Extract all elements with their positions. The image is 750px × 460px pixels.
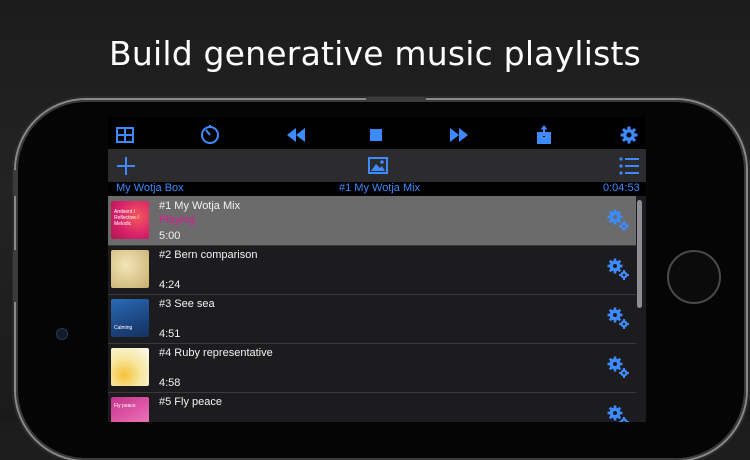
track-settings-gears-icon[interactable] (606, 355, 630, 379)
playlist-row[interactable]: #2 Bern comparison 4:24 (108, 245, 636, 295)
track-title: #2 Bern comparison (159, 249, 258, 261)
thumbnail-label: Ambient / Reflective / Melodic (114, 209, 139, 227)
add-icon[interactable] (116, 156, 136, 181)
track-settings-gears-icon[interactable] (606, 404, 630, 422)
track-settings-gears-icon[interactable] (606, 208, 630, 232)
mix-thumbnail (111, 348, 149, 386)
track-settings-gears-icon[interactable] (606, 306, 630, 330)
elapsed-time: 0:04:53 (603, 182, 640, 194)
fast-forward-icon[interactable] (449, 125, 469, 145)
track-duration: 4:58 (159, 377, 181, 389)
track-settings-gears-icon[interactable] (606, 257, 630, 281)
timer-icon[interactable] (200, 125, 220, 145)
power-button (366, 97, 426, 101)
playlist: Ambient / Reflective / Melodic #1 My Wot… (108, 196, 646, 422)
playlist-row[interactable]: Calming #3 See sea 4:51 (108, 294, 636, 344)
top-toolbar (108, 117, 646, 149)
current-mix-name: #1 My Wotja Mix (339, 182, 421, 194)
home-button[interactable] (667, 250, 721, 304)
thumbnail-label: Fly peace (114, 403, 136, 409)
playlist-row[interactable]: Ambient / Reflective / Melodic #1 My Wot… (108, 196, 636, 246)
volume-button (13, 250, 17, 302)
app-screen: My Wotja Box #1 My Wotja Mix 0:04:53 Amb… (108, 117, 646, 422)
volume-button (13, 170, 17, 196)
track-title: #1 My Wotja Mix (159, 200, 241, 212)
stop-icon[interactable] (366, 125, 386, 145)
playlist-scrollbar[interactable] (637, 200, 642, 308)
grid-icon[interactable] (115, 125, 135, 145)
track-title: #3 See sea (159, 298, 215, 310)
mix-thumbnail: Fly peace (111, 397, 149, 422)
mix-thumbnail (111, 250, 149, 288)
list-icon[interactable] (619, 157, 639, 180)
rewind-icon[interactable] (286, 125, 306, 145)
settings-gear-icon[interactable] (619, 125, 639, 145)
action-bar (108, 149, 646, 182)
headline: Build generative music playlists (109, 34, 641, 73)
share-icon[interactable] (534, 125, 554, 145)
box-name: My Wotja Box (116, 182, 184, 194)
playlist-row[interactable]: Fly peace #5 Fly peace (108, 392, 636, 422)
track-duration: 4:24 (159, 279, 181, 291)
track-title: #4 Ruby representative (159, 347, 273, 359)
track-duration: 5:00 (159, 230, 181, 242)
image-icon[interactable] (368, 157, 388, 179)
thumbnail-label: Calming (114, 325, 133, 331)
track-title: #5 Fly peace (159, 396, 222, 408)
track-status: Playing (159, 214, 196, 226)
camera (56, 328, 68, 340)
playlist-row[interactable]: #4 Ruby representative 4:58 (108, 343, 636, 393)
mix-thumbnail: Ambient / Reflective / Melodic (111, 201, 149, 239)
info-bar: My Wotja Box #1 My Wotja Mix 0:04:53 (108, 182, 646, 196)
track-duration: 4:51 (159, 328, 181, 340)
mix-thumbnail: Calming (111, 299, 149, 337)
